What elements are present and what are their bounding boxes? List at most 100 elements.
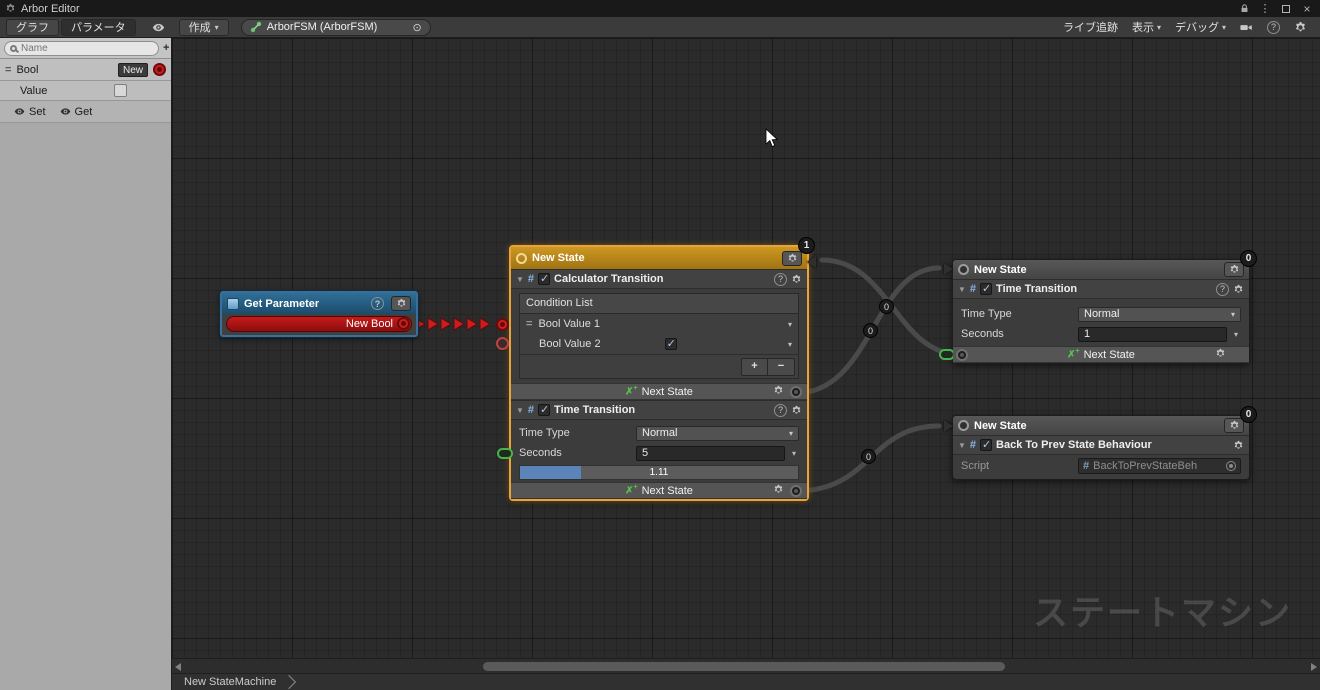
help-icon[interactable]: ? xyxy=(774,273,787,286)
tab-graph[interactable]: グラフ xyxy=(6,19,59,36)
add-parameter-button[interactable]: + xyxy=(163,42,169,54)
graph-canvas[interactable]: 0 0 0 Get Parameter ? New Bool 1 xyxy=(172,38,1320,658)
condition-row-bool-value-2[interactable]: Bool Value 2 ▾ xyxy=(520,334,798,354)
close-button[interactable]: × xyxy=(1299,1,1315,16)
display-menu-button[interactable]: 表示 ▾ xyxy=(1125,19,1168,36)
state-node-main[interactable]: 1 New State ▼ # Calculator Transition ? xyxy=(509,245,809,501)
node-settings-button[interactable] xyxy=(391,296,411,311)
gear-icon[interactable] xyxy=(773,385,784,396)
bool-output-pill[interactable]: New Bool xyxy=(226,316,412,332)
get-parameter-node[interactable]: Get Parameter ? New Bool xyxy=(220,291,418,337)
state-node-bottom-right[interactable]: 0 New State ▼ # Back To Prev State Behav… xyxy=(952,415,1250,480)
foldout-icon[interactable]: ▼ xyxy=(516,275,524,284)
next-state-link-time[interactable]: ✗+ Next State xyxy=(511,482,807,499)
set-label[interactable]: Set xyxy=(29,106,46,118)
parameter-name-field[interactable]: New xyxy=(118,63,148,77)
node-settings-button[interactable] xyxy=(1224,418,1244,433)
gear-icon[interactable] xyxy=(1215,348,1226,359)
seconds-calculator-port[interactable] xyxy=(497,448,513,459)
behaviour-enabled-checkbox[interactable] xyxy=(980,439,992,451)
value-checkbox[interactable] xyxy=(114,84,127,97)
horizontal-scrollbar[interactable] xyxy=(172,658,1320,673)
create-button[interactable]: 作成 ▾ xyxy=(179,19,229,36)
behaviour-enabled-checkbox[interactable] xyxy=(538,273,550,285)
capture-button[interactable] xyxy=(1233,19,1260,36)
state-input-arrow[interactable] xyxy=(807,256,816,268)
state-link-icon: ✗+ xyxy=(1067,348,1079,360)
seconds-input[interactable]: 1 xyxy=(1078,327,1227,342)
bool-value1-input-port[interactable] xyxy=(496,318,509,331)
add-condition-button[interactable]: + xyxy=(742,359,768,375)
search-field[interactable] xyxy=(4,41,159,56)
lock-icon[interactable] xyxy=(1236,1,1252,16)
get-label[interactable]: Get xyxy=(75,106,93,118)
foldout-icon[interactable]: ▼ xyxy=(958,441,966,450)
behaviour-header-time-transition[interactable]: ▼ # Time Transition ? xyxy=(953,279,1249,299)
live-trace-button[interactable]: ライブ追跡 xyxy=(1056,19,1125,36)
chevron-down-icon: ▾ xyxy=(215,23,219,32)
scrollbar-thumb[interactable] xyxy=(483,662,1005,671)
help-icon[interactable]: ? xyxy=(371,297,384,310)
scroll-right-icon[interactable] xyxy=(1311,663,1317,671)
chevron-down-icon[interactable]: ▾ xyxy=(1231,330,1241,339)
state-input-arrow[interactable] xyxy=(944,263,953,275)
behaviour-enabled-checkbox[interactable] xyxy=(538,404,550,416)
node-settings-button[interactable] xyxy=(1224,262,1244,277)
behaviour-enabled-checkbox[interactable] xyxy=(980,283,992,295)
object-picker-icon[interactable] xyxy=(1226,461,1236,471)
help-icon[interactable]: ? xyxy=(1216,283,1229,296)
condition-value-checkbox[interactable] xyxy=(665,338,677,350)
behaviour-header-calculator-transition[interactable]: ▼ # Calculator Transition ? xyxy=(511,269,807,289)
condition-row-bool-value-1[interactable]: = Bool Value 1 ▾ xyxy=(520,314,798,334)
get-parameter-header[interactable]: Get Parameter ? xyxy=(222,293,416,314)
next-state-port[interactable] xyxy=(956,349,968,361)
script-object-field[interactable]: # BackToPrevStateBeh xyxy=(1078,458,1241,474)
drag-handle-icon[interactable]: = xyxy=(526,318,532,330)
state-node-top-right[interactable]: 0 New State ▼ # Time Transition ? xyxy=(952,259,1250,364)
foldout-icon[interactable]: ▼ xyxy=(516,406,524,415)
maximize-button[interactable] xyxy=(1278,1,1294,16)
state-header[interactable]: New State xyxy=(953,416,1249,435)
behaviour-header-back-to-prev-state[interactable]: ▼ # Back To Prev State Behaviour xyxy=(953,435,1249,455)
gear-icon[interactable] xyxy=(773,484,784,495)
bottom-bar: New StateMachine xyxy=(172,673,1320,690)
next-state-link-time[interactable]: ✗+ Next State xyxy=(953,346,1249,363)
tab-parameter[interactable]: パラメータ xyxy=(61,19,136,36)
remove-condition-button[interactable]: − xyxy=(768,359,794,375)
node-settings-button[interactable] xyxy=(782,251,802,266)
chevron-down-icon[interactable]: ▾ xyxy=(789,449,799,458)
visibility-toggle-button[interactable] xyxy=(146,19,171,36)
drag-handle-icon[interactable]: = xyxy=(5,64,11,76)
settings-button[interactable] xyxy=(1287,19,1314,36)
graph-breadcrumb[interactable]: ArborFSM (ArborFSM) ⊙ xyxy=(241,19,431,36)
parameter-row-bool[interactable]: = Bool New xyxy=(0,59,171,81)
bool-parameter-port[interactable] xyxy=(153,63,166,76)
statemachine-breadcrumb-tab[interactable]: New StateMachine xyxy=(172,674,302,690)
next-state-link-calculator[interactable]: ✗+ Next State xyxy=(511,383,807,400)
time-type-dropdown[interactable]: Normal ▾ xyxy=(1078,307,1241,322)
help-icon[interactable]: ? xyxy=(774,404,787,417)
search-input[interactable] xyxy=(21,43,153,54)
foldout-icon[interactable]: ▼ xyxy=(958,285,966,294)
time-type-dropdown[interactable]: Normal ▾ xyxy=(636,426,799,441)
gear-icon[interactable] xyxy=(1233,284,1244,295)
ping-target-icon[interactable]: ⊙ xyxy=(412,21,421,34)
state-header[interactable]: New State xyxy=(511,247,807,269)
next-state-port[interactable] xyxy=(790,485,802,497)
gear-icon[interactable] xyxy=(791,274,802,285)
seconds-input[interactable]: 5 xyxy=(636,446,785,461)
state-input-arrow[interactable] xyxy=(944,420,953,432)
bool-output-port[interactable] xyxy=(397,317,410,330)
behaviour-header-time-transition[interactable]: ▼ # Time Transition ? xyxy=(511,400,807,420)
help-button[interactable]: ? xyxy=(1260,19,1287,36)
state-header[interactable]: New State xyxy=(953,260,1249,279)
gear-icon[interactable] xyxy=(1233,440,1244,451)
gear-icon[interactable] xyxy=(791,405,802,416)
chevron-down-icon[interactable]: ▾ xyxy=(788,340,792,349)
next-state-port[interactable] xyxy=(790,386,802,398)
menu-kebab-icon[interactable]: ⋮ xyxy=(1257,1,1273,16)
bool-value2-input-port[interactable] xyxy=(496,337,509,350)
scroll-left-icon[interactable] xyxy=(175,663,181,671)
chevron-down-icon[interactable]: ▾ xyxy=(788,320,792,329)
debug-menu-button[interactable]: デバッグ ▾ xyxy=(1168,19,1233,36)
